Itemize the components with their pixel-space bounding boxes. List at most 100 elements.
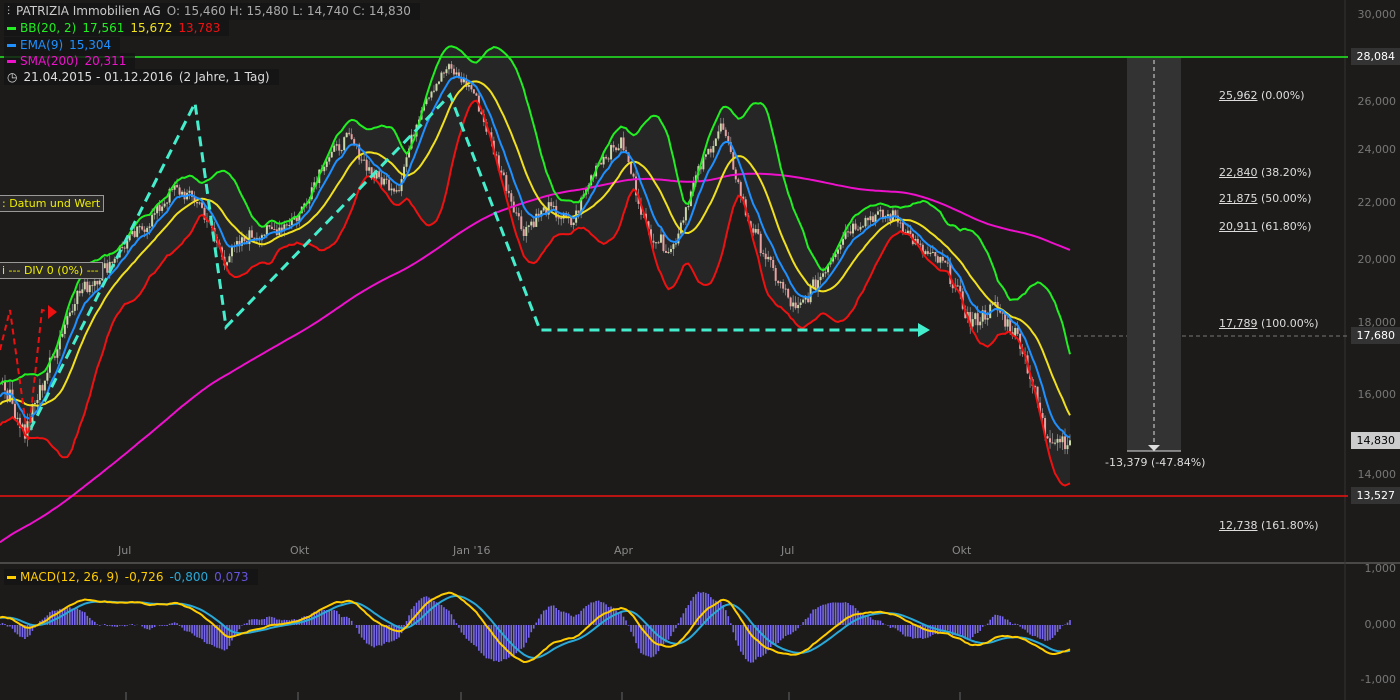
- candle-up: [163, 203, 166, 207]
- candle-down: [622, 137, 625, 151]
- price-tick: 22,000: [1357, 196, 1397, 209]
- candle-down: [111, 261, 114, 263]
- bars-icon: ⫶: [7, 4, 11, 18]
- candle-down: [53, 356, 56, 358]
- candle-up: [138, 226, 141, 228]
- candle-up: [602, 156, 605, 165]
- candle-up: [527, 225, 530, 227]
- candle-down: [709, 148, 712, 153]
- candle-down: [919, 243, 922, 245]
- candle-down: [475, 93, 478, 96]
- candle-up: [1061, 436, 1064, 443]
- candle-down: [1049, 438, 1052, 443]
- candle-down: [522, 229, 525, 236]
- candle-up: [852, 223, 855, 234]
- candle-down: [926, 251, 929, 254]
- candle-up: [707, 148, 710, 155]
- div-label[interactable]: i --- DIV 0 (0%) ---: [0, 262, 103, 279]
- candle-down: [500, 170, 503, 173]
- candle-up: [68, 312, 71, 317]
- candle-down: [141, 226, 144, 230]
- candle-up: [659, 234, 662, 243]
- ohlc-values: O: 15,460 H: 15,480 L: 14,740 C: 14,830: [166, 4, 411, 18]
- candle-down: [86, 281, 89, 293]
- candle-down: [615, 147, 618, 151]
- fib-50[interactable]: 21,875 (50.00%): [1219, 192, 1312, 205]
- candle-up: [445, 69, 448, 74]
- fib-618[interactable]: 20,911 (61.80%): [1219, 220, 1312, 233]
- candle-up: [148, 226, 151, 228]
- candle-down: [784, 288, 787, 290]
- signal-value: -0,800: [169, 570, 209, 584]
- candle-up: [974, 313, 977, 320]
- candle-down: [470, 85, 473, 90]
- candle-down: [1009, 319, 1012, 333]
- candle-up: [383, 178, 386, 185]
- candle-up: [166, 202, 169, 204]
- candle-down: [398, 190, 401, 192]
- candle-up: [712, 145, 715, 153]
- candle-down: [442, 72, 445, 74]
- ema-legend[interactable]: EMA(9) 15,304: [4, 37, 121, 53]
- candle-up: [46, 372, 49, 381]
- fib-1618[interactable]: 12,738 (161.80%): [1219, 519, 1319, 532]
- candle-up: [799, 302, 802, 305]
- candle-up: [43, 380, 46, 391]
- candle-up: [161, 206, 164, 211]
- candle-down: [632, 173, 635, 177]
- macd-tick: -1,000: [1360, 673, 1396, 686]
- candle-down: [856, 229, 859, 231]
- candle-down: [959, 285, 962, 292]
- candle-up: [136, 226, 139, 237]
- candle-down: [894, 210, 897, 216]
- candle-down: [393, 188, 396, 192]
- candle-down: [871, 216, 874, 223]
- bb-legend[interactable]: BB(20, 2) 17,561 15,672 13,783: [4, 20, 230, 36]
- candle-down: [452, 68, 455, 75]
- candle-down: [787, 288, 790, 298]
- candle-down: [664, 250, 667, 253]
- candle-down: [956, 285, 959, 287]
- candle-down: [764, 253, 767, 260]
- dashed-level-tag: 17,680: [1350, 327, 1400, 344]
- fib-0[interactable]: 25,962 (0.00%): [1219, 89, 1305, 102]
- candle-up: [368, 167, 371, 171]
- candle-up: [16, 417, 19, 419]
- candle-up: [879, 209, 882, 212]
- candle-up: [345, 132, 348, 138]
- candle-up: [687, 206, 690, 208]
- candle-up: [103, 263, 106, 269]
- datum-label[interactable]: : Datum und Wert: [0, 195, 105, 212]
- candle-up: [38, 385, 41, 401]
- fib-382[interactable]: 22,840 (38.20%): [1219, 166, 1312, 179]
- candle-up: [819, 276, 822, 281]
- candle-down: [348, 132, 351, 135]
- candle-up: [654, 242, 657, 244]
- candle-down: [1016, 327, 1019, 334]
- candle-up: [876, 211, 879, 215]
- candle-down: [652, 240, 655, 243]
- macd-legend[interactable]: MACD(12, 26, 9) -0,726 -0,800 0,073: [4, 569, 258, 585]
- candle-up: [886, 214, 889, 217]
- candle-up: [395, 190, 398, 192]
- candle-up: [343, 137, 346, 151]
- candle-up: [390, 188, 393, 191]
- candle-up: [802, 299, 805, 303]
- price-tick: 26,000: [1357, 95, 1397, 108]
- candle-up: [363, 159, 366, 161]
- candle-up: [325, 161, 328, 167]
- candle-down: [196, 202, 199, 204]
- fib-100[interactable]: 17,789 (100.00%): [1219, 317, 1319, 330]
- candle-up: [33, 403, 36, 405]
- candle-up: [620, 137, 623, 149]
- sma-legend[interactable]: SMA(200) 20,311: [4, 53, 136, 69]
- candle-up: [71, 310, 74, 313]
- candle-down: [520, 216, 523, 230]
- candle-up: [56, 349, 59, 358]
- candle-up: [455, 72, 458, 75]
- candle-up: [83, 281, 86, 290]
- price-tick: 24,000: [1357, 143, 1397, 156]
- candle-down: [737, 179, 740, 183]
- chart-canvas[interactable]: [0, 0, 1400, 700]
- candle-down: [607, 158, 610, 160]
